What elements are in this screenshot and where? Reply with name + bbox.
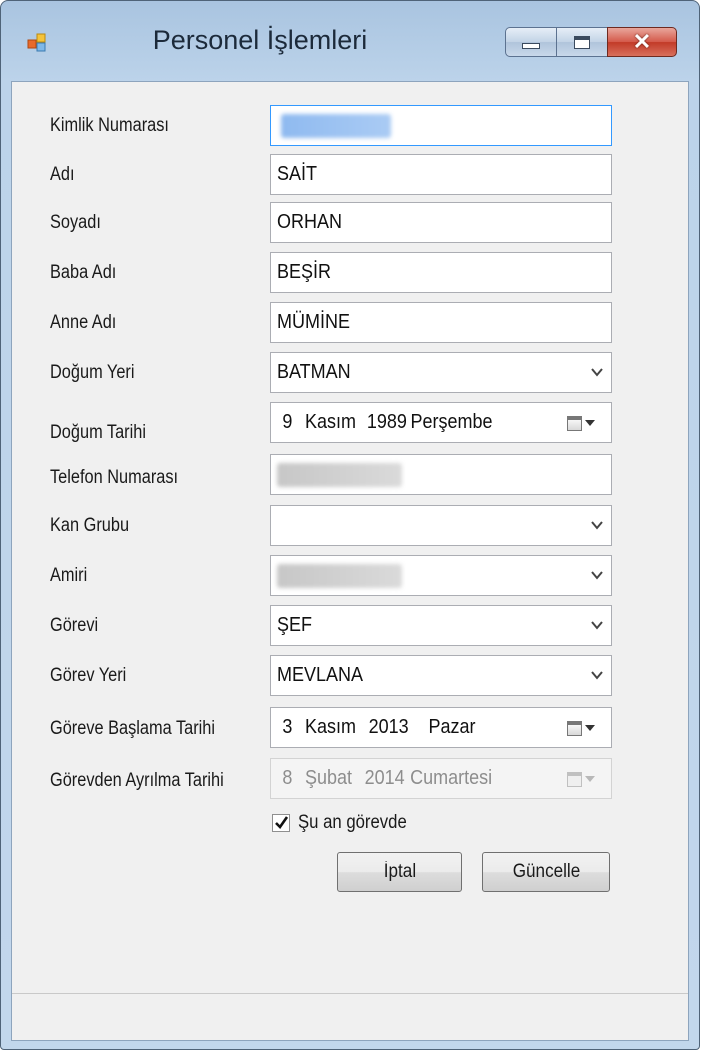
calendar-icon — [567, 720, 582, 736]
gorev-yeri-label: Görev Yeri — [50, 665, 127, 686]
telefon-input[interactable] — [270, 454, 612, 495]
su-an-gorevde-label: Şu an görevde — [298, 812, 407, 833]
redacted-kimlik-value — [281, 113, 391, 138]
calendar-icon — [567, 771, 582, 787]
chevron-down-icon — [591, 571, 603, 580]
gorev-yeri-value: MEVLANA — [277, 664, 364, 686]
kimlik-label: Kimlik Numarası — [50, 115, 169, 136]
amiri-combo[interactable] — [270, 555, 612, 596]
soyadi-input[interactable]: ORHAN — [270, 202, 612, 243]
amiri-label: Amiri — [50, 565, 88, 586]
chevron-down-icon — [591, 621, 603, 630]
ayrilma-tarihi-year: 2014 — [364, 767, 405, 789]
soyadi-value: ORHAN — [277, 211, 343, 233]
baslama-tarihi-year: 2013 — [368, 716, 409, 738]
anne-adi-value: MÜMİNE — [277, 311, 350, 333]
form-client-area: Kimlik Numarası Adı SAİT Soyadı ORHAN Ba… — [11, 81, 689, 1041]
kan-grubu-label: Kan Grubu — [50, 515, 130, 536]
soyadi-label: Soyadı — [50, 212, 101, 233]
title-bar[interactable]: Personel İşlemleri ✕ — [1, 1, 699, 81]
maximize-icon — [574, 35, 590, 49]
close-icon: ✕ — [632, 29, 652, 54]
dogum-yeri-combo[interactable]: BATMAN — [270, 352, 612, 393]
su-an-gorevde-checkbox[interactable] — [272, 814, 290, 832]
dogum-tarihi-label: Doğum Tarihi — [50, 422, 146, 443]
guncelle-button[interactable]: Güncelle — [482, 852, 610, 892]
adi-input[interactable]: SAİT — [270, 154, 612, 195]
maximize-button[interactable] — [556, 27, 608, 57]
ayrilma-tarihi-picker: 8 Şubat 2014 Cumartesi — [270, 758, 612, 799]
baslama-tarihi-weekday: Pazar — [428, 716, 476, 738]
redacted-telefon-value — [277, 462, 402, 487]
ayrilma-tarihi-dropdown — [567, 769, 601, 789]
su-an-gorevde-option[interactable]: Şu an görevde — [272, 812, 422, 834]
adi-label: Adı — [50, 164, 75, 185]
baba-adi-label: Baba Adı — [50, 262, 117, 283]
personel-window: Personel İşlemleri ✕ Kimlik Numarası Adı… — [0, 0, 700, 1050]
dogum-tarihi-weekday: Perşembe — [410, 411, 493, 433]
baba-adi-value: BEŞİR — [277, 261, 332, 283]
iptal-button-label: İptal — [383, 861, 416, 882]
anne-adi-input[interactable]: MÜMİNE — [270, 302, 612, 343]
baslama-tarihi-picker[interactable]: 3 Kasım 2013 Pazar — [270, 707, 612, 748]
telefon-label: Telefon Numarası — [50, 467, 179, 488]
dogum-tarihi-dropdown[interactable] — [567, 413, 601, 433]
dogum-tarihi-month: Kasım — [305, 411, 357, 433]
iptal-button[interactable]: İptal — [337, 852, 462, 892]
adi-value: SAİT — [277, 163, 318, 185]
baslama-tarihi-dropdown[interactable] — [567, 718, 601, 738]
dropdown-arrow-icon — [585, 420, 595, 426]
window-title: Personel İşlemleri — [152, 25, 368, 55]
guncelle-button-label: Güncelle — [512, 861, 580, 882]
gorevi-combo[interactable]: ŞEF — [270, 605, 612, 646]
minimize-icon — [522, 43, 540, 49]
ayrilma-tarihi-day: 8 — [282, 767, 293, 789]
checkmark-icon — [275, 816, 289, 830]
gorev-yeri-combo[interactable]: MEVLANA — [270, 655, 612, 696]
dropdown-arrow-icon — [585, 725, 595, 731]
dogum-yeri-value: BATMAN — [277, 361, 351, 383]
gorevi-label: Görevi — [50, 615, 99, 636]
gorevi-value: ŞEF — [277, 614, 313, 636]
dogum-tarihi-year: 1989 — [366, 411, 407, 433]
calendar-icon — [567, 415, 582, 431]
chevron-down-icon — [591, 368, 603, 377]
status-strip — [12, 993, 688, 1040]
ayrilma-tarihi-weekday: Cumartesi — [410, 767, 493, 789]
minimize-button[interactable] — [505, 27, 557, 57]
chevron-down-icon — [591, 521, 603, 530]
dogum-tarihi-picker[interactable]: 9 Kasım 1989 Perşembe — [270, 402, 612, 443]
baslama-tarihi-month: Kasım — [305, 716, 357, 738]
dropdown-arrow-icon — [585, 776, 595, 782]
kimlik-input[interactable] — [270, 105, 612, 146]
baba-adi-input[interactable]: BEŞİR — [270, 252, 612, 293]
ayrilma-tarihi-month: Şubat — [305, 767, 353, 789]
redacted-amiri-value — [277, 563, 402, 588]
chevron-down-icon — [591, 671, 603, 680]
dogum-yeri-label: Doğum Yeri — [50, 362, 135, 383]
baslama-tarihi-label: Göreve Başlama Tarihi — [50, 718, 215, 739]
ayrilma-tarihi-label: Görevden Ayrılma Tarihi — [50, 770, 224, 791]
close-button[interactable]: ✕ — [607, 27, 677, 57]
kan-grubu-combo[interactable] — [270, 505, 612, 546]
anne-adi-label: Anne Adı — [50, 312, 117, 333]
dogum-tarihi-day: 9 — [282, 411, 293, 433]
baslama-tarihi-day: 3 — [282, 716, 293, 738]
caption-buttons: ✕ — [505, 27, 677, 57]
